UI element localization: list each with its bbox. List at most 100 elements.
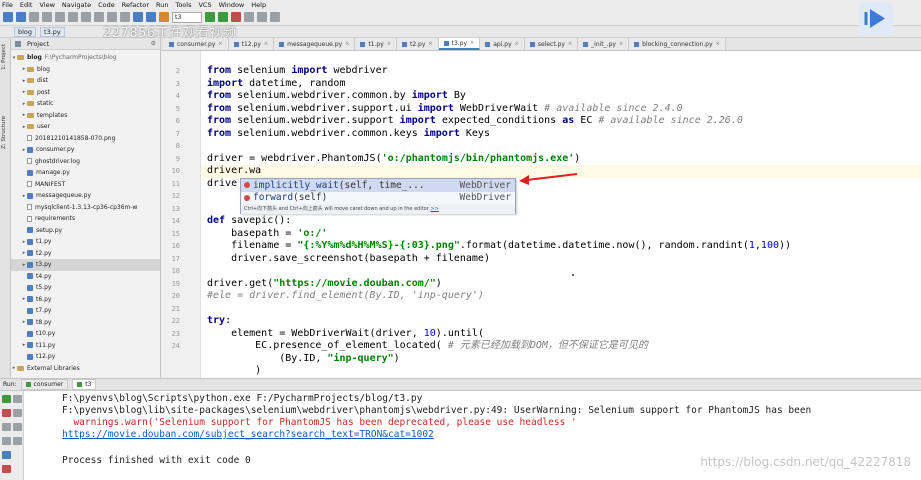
structure-icon[interactable]: [257, 12, 267, 22]
tree-item[interactable]: ▸ t8.py: [11, 317, 160, 329]
menu-navigate[interactable]: Navigate: [62, 1, 91, 9]
close-tab-icon[interactable]: ×: [345, 41, 349, 47]
copy-icon[interactable]: [81, 12, 91, 22]
console-url-link[interactable]: https://movie.douban.com/subject_search?…: [62, 429, 434, 441]
tree-item[interactable]: ▸ user: [11, 121, 160, 133]
find-icon[interactable]: [107, 12, 117, 22]
redo-icon[interactable]: [55, 12, 65, 22]
tree-item[interactable]: requirements: [11, 213, 160, 225]
editor-tab[interactable]: messagequeue.py ×: [274, 38, 356, 50]
close-tab-icon[interactable]: ×: [428, 41, 432, 47]
tree-item[interactable]: ▸ consumer.py: [11, 144, 160, 156]
run-tab-consumer[interactable]: consumer: [20, 379, 69, 390]
tree-root-blog[interactable]: ▾ blog F:\PycharmProjects\blog: [11, 52, 160, 64]
tree-item[interactable]: t7.py: [11, 305, 160, 317]
close-tab-icon[interactable]: ×: [716, 41, 720, 47]
trash-icon[interactable]: [13, 437, 22, 445]
pause-icon[interactable]: [2, 423, 11, 431]
close-tab-icon[interactable]: ×: [515, 41, 519, 47]
wrap-icon[interactable]: [13, 423, 22, 431]
tree-item[interactable]: ▸ t6.py: [11, 294, 160, 306]
menu-window[interactable]: Window: [219, 1, 245, 9]
menu-refactor[interactable]: Refactor: [122, 1, 149, 9]
tree-item[interactable]: t12.py: [11, 351, 160, 363]
tree-item[interactable]: ▸ t11.py: [11, 340, 160, 352]
editor-tab[interactable]: api.py ×: [480, 38, 525, 50]
pin-icon[interactable]: [2, 451, 11, 459]
paste-icon[interactable]: [94, 12, 104, 22]
cut-icon[interactable]: [68, 12, 78, 22]
editor-tab[interactable]: _init_.py ×: [578, 38, 630, 50]
editor-tab[interactable]: blocking_connection.py ×: [629, 38, 726, 50]
close-icon[interactable]: [2, 465, 11, 473]
project-view-select[interactable]: Project: [27, 40, 49, 48]
rerun-icon[interactable]: [2, 395, 11, 403]
tree-item[interactable]: t4.py: [11, 271, 160, 283]
tree-item[interactable]: ghostdriver.log: [11, 156, 160, 168]
tree-item[interactable]: mysqlclient-1.3.13-cp36-cp36m-w: [11, 202, 160, 214]
up-icon[interactable]: [13, 395, 22, 403]
code-editor[interactable]: from selenium import webdriver import da…: [201, 51, 921, 378]
run-tab-t3[interactable]: t3: [72, 379, 97, 390]
editor-tab[interactable]: consumer.py ×: [164, 38, 229, 50]
editor-tab[interactable]: t3.py ×: [438, 38, 481, 50]
video-play-icon[interactable]: [859, 2, 893, 35]
editor-tab[interactable]: t12.py ×: [228, 38, 275, 50]
menu-code[interactable]: Code: [98, 1, 115, 9]
tree-item[interactable]: t5.py: [11, 282, 160, 294]
forward-icon[interactable]: [146, 12, 156, 22]
structure-tool-tab[interactable]: Z: Structure: [1, 116, 7, 149]
menu-help[interactable]: Help: [251, 1, 266, 9]
breadcrumb-file[interactable]: t3.py: [40, 26, 65, 37]
settings-icon[interactable]: [244, 12, 254, 22]
tree-item[interactable]: ▸ External Libraries: [11, 363, 160, 375]
open-icon[interactable]: [3, 12, 13, 22]
tree-item[interactable]: ▸ templates: [11, 110, 160, 122]
down-icon[interactable]: [13, 409, 22, 417]
menu-edit[interactable]: Edit: [20, 1, 33, 9]
close-tab-icon[interactable]: ×: [470, 40, 474, 46]
debug-icon[interactable]: [218, 12, 228, 22]
autocomplete-hint-link[interactable]: >>: [430, 206, 438, 212]
tree-item[interactable]: MANIFEST: [11, 179, 160, 191]
sync-icon[interactable]: [29, 12, 39, 22]
project-tool-tab[interactable]: 1: Project: [1, 44, 7, 70]
close-tab-icon[interactable]: ×: [568, 41, 572, 47]
tree-item[interactable]: manage.py: [11, 167, 160, 179]
tree-item[interactable]: ▸ messagequeue.py: [11, 190, 160, 202]
tree-item[interactable]: ▸ t3.py: [11, 259, 160, 271]
close-tab-icon[interactable]: ×: [218, 41, 222, 47]
tree-item[interactable]: ▸ static: [11, 98, 160, 110]
stop-icon[interactable]: [2, 409, 11, 417]
close-tab-icon[interactable]: ×: [264, 41, 268, 47]
tree-item[interactable]: ▸ blog: [11, 64, 160, 76]
close-tab-icon[interactable]: ×: [387, 41, 391, 47]
tree-item[interactable]: t10.py: [11, 328, 160, 340]
build-icon[interactable]: [159, 12, 169, 22]
tree-item[interactable]: setup.py: [11, 225, 160, 237]
editor-tab[interactable]: select.py ×: [524, 38, 579, 50]
run-config-select[interactable]: t3: [172, 11, 202, 23]
tree-item[interactable]: ▸ t2.py: [11, 248, 160, 260]
autocomplete-item-implicitly-wait[interactable]: implicitly_wait (self, time_... WebDriver: [241, 179, 515, 192]
stop-icon[interactable]: [231, 12, 241, 22]
autocomplete-popup[interactable]: implicitly_wait (self, time_... WebDriver…: [240, 178, 516, 214]
editor-tab[interactable]: t2.py ×: [396, 38, 439, 50]
undo-icon[interactable]: [42, 12, 52, 22]
close-tab-icon[interactable]: ×: [619, 41, 623, 47]
menu-tools[interactable]: Tools: [175, 1, 191, 9]
back-icon[interactable]: [133, 12, 143, 22]
help-icon[interactable]: [270, 12, 280, 22]
menu-vcs[interactable]: VCS: [198, 1, 211, 9]
breadcrumb-project[interactable]: blog: [14, 26, 37, 37]
run-icon[interactable]: [205, 12, 215, 22]
tree-item[interactable]: ▸ t1.py: [11, 236, 160, 248]
tree-item[interactable]: 20181210141858-070.png: [11, 133, 160, 145]
menu-file[interactable]: File: [2, 1, 13, 9]
save-icon[interactable]: [16, 12, 26, 22]
autocomplete-item-forward[interactable]: forward (self) WebDriver: [241, 192, 515, 205]
tree-item[interactable]: ▸ post: [11, 87, 160, 99]
panel-gear-icon[interactable]: ⚙: [151, 40, 156, 47]
print-icon[interactable]: [2, 437, 11, 445]
editor-tab[interactable]: t1.py ×: [355, 38, 397, 50]
